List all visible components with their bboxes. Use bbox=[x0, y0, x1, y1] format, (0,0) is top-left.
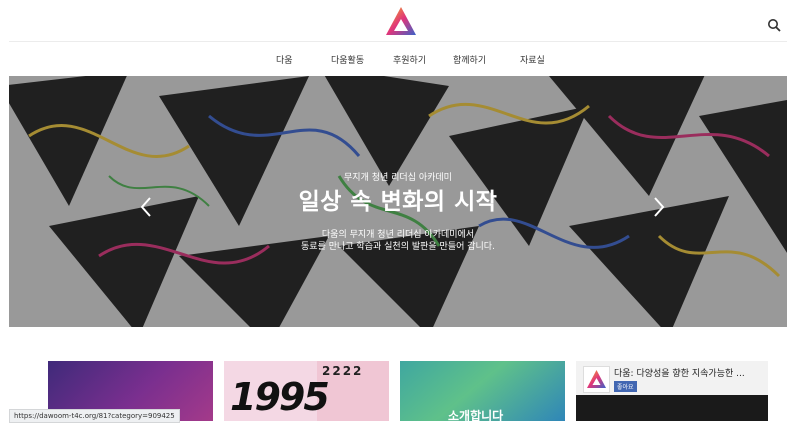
card4-logo-icon bbox=[583, 366, 610, 393]
next-slide-icon[interactable] bbox=[652, 196, 666, 218]
card3-text: 소개합니다 bbox=[448, 409, 504, 421]
site-header bbox=[9, 0, 787, 42]
prev-slide-icon[interactable] bbox=[139, 196, 153, 218]
nav-item-dawoom[interactable]: 다움 bbox=[276, 53, 293, 66]
card-video-4[interactable]: 다움: 다양성을 향한 지속가능한 ... 좋아요 bbox=[576, 361, 768, 421]
main-nav: 다움 다움활동 후원하기 함께하기 자료실 bbox=[9, 42, 787, 77]
dawoom-logo-icon[interactable] bbox=[385, 6, 417, 36]
card4-title[interactable]: 다움: 다양성을 향한 지속가능한 ... bbox=[614, 366, 745, 379]
nav-item-activities[interactable]: 다움활동 bbox=[331, 53, 364, 66]
card2-year: 1995 bbox=[230, 375, 330, 419]
card-thumbnail-2[interactable]: 2222 1995 bbox=[224, 361, 389, 421]
hero-title: 일상 속 변화의 시작 bbox=[298, 189, 498, 215]
card2-mini-text: 2222 bbox=[322, 364, 364, 378]
nav-item-donate[interactable]: 후원하기 bbox=[393, 53, 426, 66]
search-icon[interactable] bbox=[767, 18, 781, 32]
card-thumbnail-3[interactable]: 소개합니다 bbox=[400, 361, 565, 421]
nav-item-join[interactable]: 함께하기 bbox=[453, 53, 486, 66]
hero-description-line2: 동료를 만나고 학습과 실천의 발판을 만들어 갑니다. bbox=[301, 242, 495, 252]
card4-like-button[interactable]: 좋아요 bbox=[614, 381, 637, 392]
card-grid: 2222 1995 소개합니다 다움: 다양성을 향한 지속가능한 ... 좋아… bbox=[0, 327, 787, 421]
hero-slider: 무지개 청년 리더십 아카데미 일상 속 변화의 시작 다움의 무지개 청년 리… bbox=[9, 76, 787, 327]
card4-header: 다움: 다양성을 향한 지속가능한 ... 좋아요 bbox=[576, 361, 768, 395]
nav-item-resources[interactable]: 자료실 bbox=[520, 53, 545, 66]
